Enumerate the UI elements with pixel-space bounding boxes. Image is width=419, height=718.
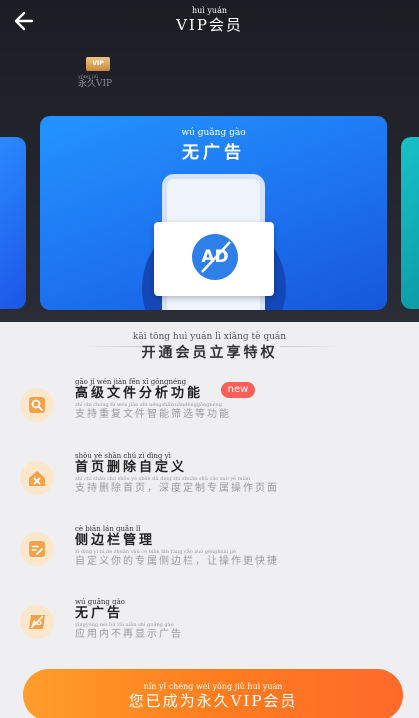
- benefits-heading: kāi tōng huì yuán lì xiǎng tè quán 开通会员立…: [0, 332, 419, 362]
- feature-desc-pinyin: yìngyòng nèi bú zài xiǎn shì guǎng gào: [75, 622, 174, 628]
- ad-block-icon: AD: [192, 234, 238, 280]
- list-item[interactable]: AD wú guǎng gào 无广告 yìngyòng nèi bú zài …: [0, 598, 419, 658]
- carousel-card-no-ads[interactable]: wú guǎng gào 无广告 AD: [40, 116, 387, 310]
- forever-text: 永久VIP: [78, 79, 113, 89]
- feature-desc-pinyin: zhī chí chóng fù wén jiàn zhì néngshāixu…: [75, 402, 223, 408]
- vip-badge: VIP: [86, 57, 110, 71]
- cta-pinyin: nín yǐ chéng wéi yǒng jiǔ huì yuán: [143, 682, 283, 691]
- new-badge: new: [221, 382, 255, 398]
- feature-desc: 自定义你的专属侧边栏，让操作更快捷: [75, 556, 279, 567]
- card-title-text: 无广告: [182, 143, 245, 163]
- list-item[interactable]: cè biān lán guǎn lǐ 侧边栏管理 zì dìng yì nǐ …: [0, 525, 419, 585]
- feature-text: wú guǎng gào 无广告 yìngyòng nèi bú zài xiǎ…: [75, 598, 183, 641]
- page-title: huì yuán VIP会员: [0, 6, 419, 34]
- feature-desc: 支持删除首页，深度定制专属操作页面: [75, 483, 279, 494]
- feature-desc-pinyin: zì dìng yì nǐ de zhuān shǔ cè biān lán r…: [75, 549, 236, 555]
- feature-text: shǒu yè shān chú zì dìng yì 首页删除自定义 zhī …: [75, 452, 279, 495]
- carousel-card-next[interactable]: [401, 137, 419, 309]
- feature-title: 首页删除自定义: [75, 460, 188, 475]
- title-text: VIP会员: [176, 16, 243, 34]
- feature-title-pinyin: cè biān lán guǎn lǐ: [75, 525, 141, 533]
- vip-status-button[interactable]: nín yǐ chéng wéi yǒng jiǔ huì yuán 您已成为永…: [23, 669, 403, 718]
- feature-text: gāo jí wén jiàn fēn xī gōngnéng 高级文件分析功能…: [75, 378, 231, 421]
- ad-panel: AD: [154, 222, 274, 296]
- feature-title-pinyin: wú guǎng gào: [75, 598, 125, 606]
- home-delete-icon: [20, 461, 54, 495]
- ad-slash-icon: [201, 241, 231, 273]
- feature-title-pinyin: gāo jí wén jiàn fēn xī gōngnéng: [75, 378, 187, 386]
- feature-text: cè biān lán guǎn lǐ 侧边栏管理 zì dìng yì nǐ …: [75, 525, 279, 568]
- title-pinyin: huì yuán: [192, 6, 227, 15]
- no-ad-icon: AD: [20, 605, 54, 639]
- feature-desc: 支持重复文件智能筛选等功能: [75, 409, 231, 420]
- search-file-icon: [20, 388, 54, 422]
- card-title: wú guǎng gào 无广告: [40, 128, 387, 163]
- feature-desc: 应用内不再显示广告: [75, 629, 183, 640]
- feature-title: 高级文件分析功能: [75, 386, 204, 401]
- forever-vip-label: yǒng jiǔ 永久VIP: [78, 74, 112, 89]
- feature-title: 无广告: [75, 606, 124, 621]
- cta-label: 您已成为永久VIP会员: [128, 692, 298, 710]
- feature-desc-pinyin: zhī chí shān chú shǒu yè shēn dù dìng zh…: [75, 476, 251, 482]
- list-item[interactable]: shǒu yè shān chú zì dìng yì 首页删除自定义 zhī …: [0, 452, 419, 512]
- edit-sidebar-icon: [20, 532, 54, 566]
- card-title-pinyin: wú guǎng gào: [181, 128, 246, 138]
- feature-title: 侧边栏管理: [75, 533, 156, 548]
- carousel-card-prev[interactable]: [0, 137, 26, 309]
- list-item[interactable]: gāo jí wén jiàn fēn xī gōngnéng 高级文件分析功能…: [0, 378, 419, 438]
- benefits-heading-text: 开通会员立享特权: [141, 345, 278, 361]
- feature-title-pinyin: shǒu yè shān chú zì dìng yì: [75, 452, 171, 460]
- benefits-heading-pinyin: kāi tōng huì yuán lì xiǎng tè quán: [132, 332, 287, 342]
